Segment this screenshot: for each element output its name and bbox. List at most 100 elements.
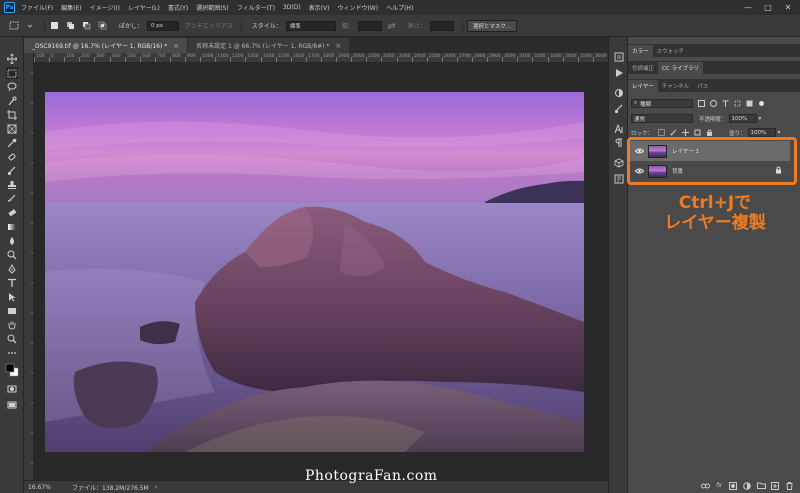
width-input[interactable] (357, 20, 382, 31)
add-mask-icon[interactable] (728, 481, 738, 491)
menu-filter[interactable]: フィルター(T) (237, 3, 275, 12)
pixel-filter-icon[interactable] (697, 100, 705, 108)
eyedropper-tool-icon[interactable] (6, 137, 18, 149)
hand-tool-icon[interactable] (6, 319, 18, 331)
blur-tool-icon[interactable] (6, 235, 18, 247)
chevron-down-icon[interactable]: ▾ (759, 116, 762, 122)
menu-type[interactable]: 書式(Y) (168, 3, 188, 12)
clone-stamp-tool-icon[interactable] (6, 179, 18, 191)
feather-input[interactable]: 0 px (147, 20, 180, 31)
smart-object-filter-icon[interactable] (745, 100, 753, 108)
zoom-tool-icon[interactable] (6, 333, 18, 345)
maximize-button[interactable]: □ (758, 0, 778, 15)
layer-kind-filter[interactable]: ⌕ 種類 (631, 99, 693, 108)
menu-image[interactable]: イメージ(I) (90, 3, 120, 12)
menu-layer[interactable]: レイヤー(L) (128, 3, 160, 12)
rectangle-tool-icon[interactable] (6, 305, 18, 317)
screen-mode-icon[interactable] (6, 399, 18, 411)
tab-cc-libraries[interactable]: CC ライブラリ (658, 62, 703, 74)
height-input[interactable] (429, 20, 454, 31)
new-group-icon[interactable] (756, 481, 766, 491)
menu-help[interactable]: ヘルプ(H) (386, 3, 413, 12)
lock-all-icon[interactable] (705, 129, 713, 137)
tab-color[interactable]: カラー (628, 45, 653, 57)
menu-file[interactable]: ファイル(F) (21, 3, 53, 12)
play-actions-icon[interactable] (613, 67, 624, 78)
history-brush-tool-icon[interactable] (6, 193, 18, 205)
gradient-tool-icon[interactable] (6, 221, 18, 233)
frame-tool-icon[interactable] (6, 123, 18, 135)
zoom-readout[interactable]: 16.67% (28, 484, 60, 491)
more-tools-icon[interactable] (6, 347, 18, 359)
quick-select-tool-icon[interactable] (6, 95, 18, 107)
blend-mode-select[interactable]: 通常 (631, 114, 693, 123)
fill-input[interactable]: 100% (747, 128, 776, 137)
menu-edit[interactable]: 編集(E) (61, 3, 81, 12)
tab-swatches[interactable]: スウォッチ (653, 45, 689, 57)
close-window-button[interactable]: ✕ (778, 0, 798, 15)
chevron-down-icon[interactable] (24, 20, 35, 31)
new-selection-icon[interactable] (49, 20, 60, 31)
photoshop-logo[interactable]: Ps (4, 2, 15, 13)
tab-layers[interactable]: レイヤー (628, 80, 658, 92)
tab-adjustments[interactable]: 色調補正 (628, 62, 658, 74)
move-tool-icon[interactable] (6, 53, 18, 65)
path-select-tool-icon[interactable] (6, 291, 18, 303)
opacity-input[interactable]: 100% (728, 114, 757, 123)
tab-dsc9169[interactable]: _DSC9169.tif @ 16.7% (レイヤー 1, RGB/16) * … (24, 38, 188, 53)
tab-untitled-1[interactable]: 名称未設定 1 @ 66.7% (レイヤー 1, RGB/8#) * × (188, 38, 350, 53)
tab-paths[interactable]: パス (693, 80, 712, 92)
brush-settings-icon[interactable] (613, 103, 624, 114)
shape-filter-icon[interactable] (733, 100, 741, 108)
trash-icon[interactable] (784, 481, 794, 491)
lock-artboard-icon[interactable] (693, 129, 701, 137)
sunset-seascape-photo[interactable] (45, 92, 584, 452)
tab-channels[interactable]: チャンネル (658, 80, 693, 92)
type-tool-icon[interactable] (6, 277, 18, 289)
adjustments-panel-icon[interactable] (613, 87, 624, 98)
menu-window[interactable]: ウィンドウ(W) (337, 3, 378, 12)
horizontal-ruler[interactable]: 100 0 100 200 300 400 500 600 700 800 900 1000 1100 1… (34, 53, 608, 63)
adjustment-layer-icon[interactable] (742, 481, 752, 491)
intersect-selection-icon[interactable] (97, 20, 108, 31)
rect-marquee-tool-icon[interactable] (6, 67, 18, 79)
healing-brush-tool-icon[interactable] (6, 151, 18, 163)
character-panel-icon[interactable] (613, 123, 624, 134)
color-swatches-icon[interactable] (5, 363, 19, 377)
subtract-selection-icon[interactable] (81, 20, 92, 31)
swap-dimensions-icon[interactable] (386, 20, 397, 31)
chevron-down-icon[interactable]: ▾ (778, 130, 781, 136)
dodge-tool-icon[interactable] (6, 249, 18, 261)
history-panel-icon[interactable] (613, 51, 624, 62)
filter-toggle-icon[interactable] (757, 100, 765, 108)
close-icon[interactable]: × (335, 42, 341, 50)
crop-tool-icon[interactable] (6, 109, 18, 121)
lasso-tool-icon[interactable] (6, 81, 18, 93)
minimize-button[interactable]: — (738, 0, 758, 15)
quick-mask-icon[interactable] (6, 383, 18, 395)
eraser-tool-icon[interactable] (6, 207, 18, 219)
pen-tool-icon[interactable] (6, 263, 18, 275)
lock-position-icon[interactable] (681, 129, 689, 137)
menu-3d[interactable]: 3D(D) (283, 4, 301, 11)
rect-marquee-preset-icon[interactable] (8, 20, 19, 31)
3d-panel-icon[interactable] (613, 157, 624, 168)
vertical-ruler[interactable] (24, 53, 34, 480)
type-filter-icon[interactable] (721, 100, 729, 108)
layer-style-icon[interactable]: fx (714, 481, 724, 491)
new-layer-icon[interactable] (770, 481, 780, 491)
paragraph-panel-icon[interactable] (613, 137, 624, 148)
lock-pixels-icon[interactable] (669, 129, 677, 137)
brush-tool-icon[interactable] (6, 165, 18, 177)
status-menu-arrow[interactable]: › (155, 484, 157, 491)
properties-panel-icon[interactable] (613, 173, 624, 184)
lock-transparent-icon[interactable] (657, 129, 665, 137)
menu-view[interactable]: 表示(V) (309, 3, 330, 12)
link-layers-icon[interactable] (700, 481, 710, 491)
menu-select[interactable]: 選択範囲(S) (196, 3, 229, 12)
add-selection-icon[interactable] (65, 20, 76, 31)
style-select[interactable]: 標準 (285, 20, 336, 31)
select-and-mask-button[interactable]: 選択とマスク... (466, 19, 518, 32)
close-icon[interactable]: × (173, 42, 179, 50)
adjustment-filter-icon[interactable] (709, 100, 717, 108)
